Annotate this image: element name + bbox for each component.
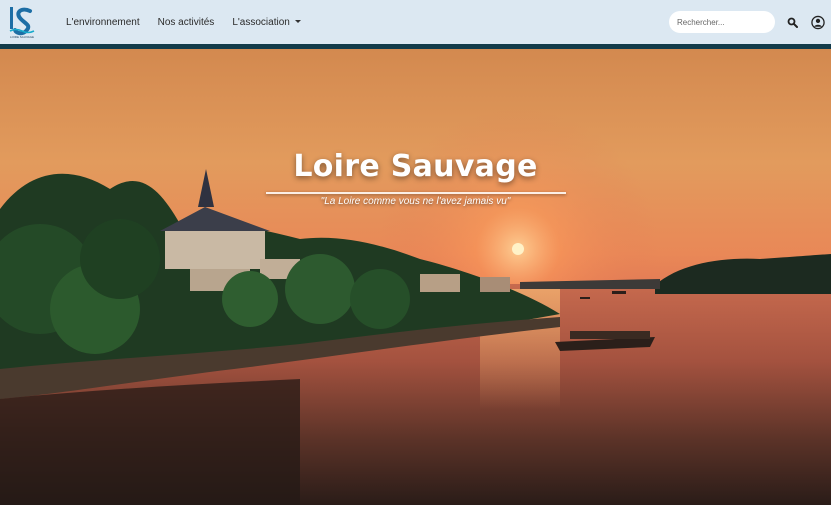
hero-text-block: Loire Sauvage "La Loire comme vous ne l'… [0, 149, 831, 207]
hero-subtitle: "La Loire comme vous ne l'avez jamais vu… [320, 196, 511, 207]
hero-banner: Loire Sauvage "La Loire comme vous ne l'… [0, 49, 831, 505]
logo-icon: LOIRE SAUVAGE [9, 7, 35, 39]
nav-item-association[interactable]: L'association [232, 17, 301, 28]
search-button[interactable] [785, 15, 799, 29]
caret-down-icon [294, 20, 301, 24]
account-button[interactable] [811, 15, 825, 29]
hero-divider [265, 192, 566, 194]
nav-item-association-label: L'association [232, 16, 290, 28]
logo-text: LOIRE SAUVAGE [10, 35, 34, 39]
nav-item-activites[interactable]: Nos activités [158, 17, 215, 28]
user-icon [811, 15, 825, 29]
main-nav: L'environnement Nos activités L'associat… [66, 17, 301, 28]
navbar: LOIRE SAUVAGE L'environnement Nos activi… [0, 0, 831, 49]
logo[interactable]: LOIRE SAUVAGE [8, 5, 36, 39]
hero-background-image [0, 49, 831, 505]
search-input[interactable] [669, 11, 775, 33]
hero-title: Loire Sauvage [293, 149, 538, 184]
search-icon [787, 17, 798, 28]
nav-item-environnement[interactable]: L'environnement [66, 17, 140, 28]
